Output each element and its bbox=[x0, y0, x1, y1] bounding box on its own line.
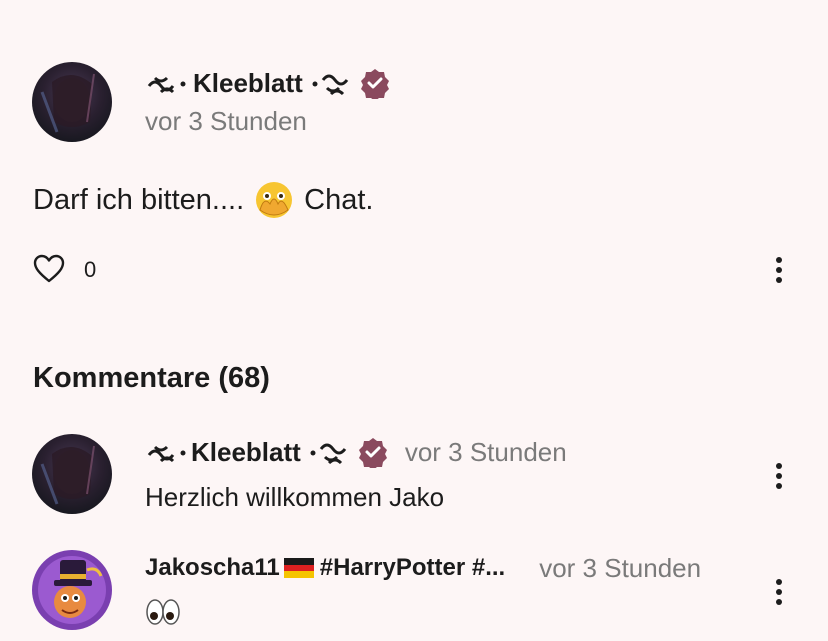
ornament-right-icon bbox=[309, 68, 353, 98]
eyes-emoji-icon bbox=[145, 598, 181, 626]
heart-icon[interactable] bbox=[33, 254, 65, 284]
comment-text: Herzlich willkommen Jako bbox=[145, 482, 445, 512]
ornament-left-icon bbox=[145, 437, 189, 467]
post-text: Darf ich bitten.... Chat. bbox=[33, 180, 373, 220]
comment-author-avatar[interactable] bbox=[32, 434, 112, 514]
comment-timestamp: vor 3 Stunden bbox=[539, 552, 702, 583]
like-count: 0 bbox=[84, 257, 97, 282]
verified-badge-icon bbox=[359, 67, 391, 99]
post-text-after: Chat. bbox=[304, 183, 374, 216]
comment-timestamp: vor 3 Stunden bbox=[404, 436, 567, 467]
post-author-name[interactable]: Kleeblatt bbox=[193, 68, 303, 99]
post-more-options-icon[interactable] bbox=[769, 255, 789, 285]
post-timestamp: vor 3 Stunden bbox=[145, 106, 307, 136]
comment-text bbox=[145, 598, 181, 633]
comment-author-name[interactable]: Kleeblatt bbox=[191, 437, 301, 468]
comment-author-name[interactable]: Jakoscha11 bbox=[145, 554, 280, 582]
post-author-row[interactable]: Kleeblatt bbox=[145, 64, 391, 102]
comment-author-suffix[interactable]: #HarryPotter #... bbox=[320, 554, 505, 582]
comment-more-options-icon[interactable] bbox=[769, 577, 789, 607]
comment-author-avatar[interactable] bbox=[32, 550, 112, 630]
author-avatar[interactable] bbox=[32, 62, 112, 142]
ornament-left-icon bbox=[145, 68, 189, 98]
verified-badge-icon bbox=[357, 436, 389, 468]
comment-author-row[interactable]: Kleeblatt vor 3 Stunden bbox=[145, 434, 567, 470]
ornament-right-icon bbox=[307, 437, 351, 467]
germany-flag-icon bbox=[283, 558, 314, 578]
face-hand-over-mouth-emoji-icon bbox=[254, 180, 294, 220]
comments-heading: Kommentare (68) bbox=[33, 362, 270, 394]
post-text-before: Darf ich bitten.... bbox=[33, 183, 245, 216]
comment-more-options-icon[interactable] bbox=[769, 461, 789, 491]
comment-author-row[interactable]: Jakoscha11 #HarryPotter #... vor 3 Stund… bbox=[145, 550, 701, 586]
